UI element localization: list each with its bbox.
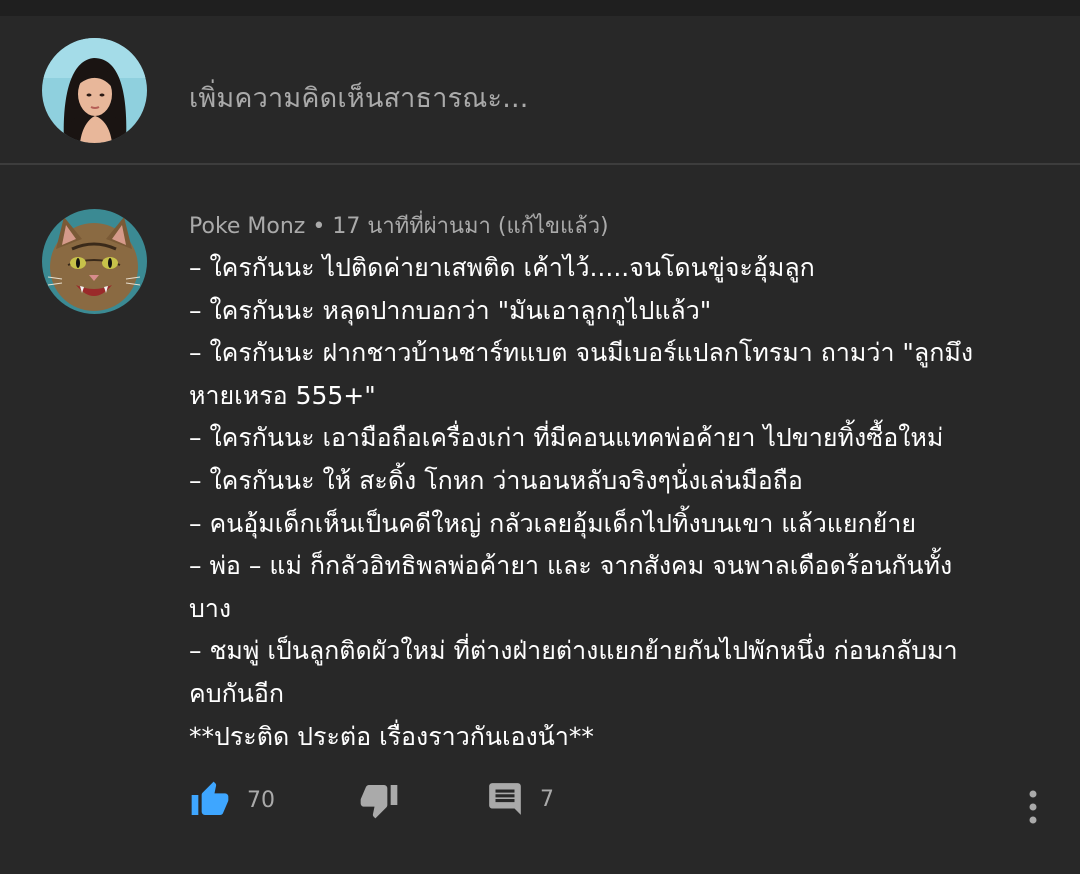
thumbs-up-icon (191, 781, 229, 815)
comment-line: คบกันอีก (189, 678, 284, 708)
user-avatar[interactable] (42, 38, 147, 143)
thumbs-down-icon (360, 785, 398, 819)
add-comment-section (0, 16, 1080, 164)
comment-line: – พ่อ – แม่ ก็กลัวอิทธิพลพ่อค้ายา และ จา… (189, 551, 953, 581)
comment-line: หายเหรอ 555+" (189, 380, 376, 410)
comment-line: – คนอุ้มเด็กเห็นเป็นคดีใหญ่ กลัวเลยอุ้มเ… (189, 508, 917, 538)
comment-author[interactable]: Poke Monz (189, 214, 305, 239)
divider (0, 163, 1080, 165)
reply-button[interactable]: 7 (486, 780, 554, 818)
comment-line: – ใครกันนะ ให้ สะดิ้ง โกหก ว่านอนหลับจริ… (189, 465, 803, 495)
comment-line: – ใครกันนะ หลุดปากบอกว่า "มันเอาลูกกูไปแ… (189, 295, 712, 325)
add-comment-input[interactable]: เพิ่มความคิดเห็นสาธารณะ... (189, 76, 529, 119)
dislike-button[interactable] (358, 780, 400, 820)
like-button[interactable]: 70 (189, 780, 275, 820)
comment-line: – ชมพู่ เป็นลูกติดผัวใหม่ ที่ต่างฝ่ายต่า… (189, 636, 958, 666)
reply-count: 7 (540, 786, 554, 812)
top-bar (0, 0, 1080, 16)
comment-meta: Poke Monz • 17 นาทีที่ผ่านมา (แก้ไขแล้ว) (189, 208, 609, 243)
meta-separator: • (312, 214, 326, 239)
comment-timestamp[interactable]: 17 นาทีที่ผ่านมา (แก้ไขแล้ว) (332, 214, 608, 239)
more-vertical-icon (1029, 790, 1037, 824)
more-options-button[interactable] (1018, 790, 1048, 826)
user-avatar-image (42, 38, 147, 143)
comment-line: – ใครกันนะ เอามือถือเครื่องเก่า ที่มีคอน… (189, 423, 944, 453)
comment-line: **ประติด ประต่อ เรื่องราวกันเองน้า** (189, 721, 594, 751)
like-count: 70 (247, 787, 275, 813)
comment-line: – ใครกันนะ ฝากชาวบ้านชาร์ทแบต จนมีเบอร์แ… (189, 338, 974, 368)
commenter-avatar-image (42, 209, 147, 314)
comment-body: – ใครกันนะ ไปติดค่ายาเสพติด เค้าไว้.....… (189, 247, 1034, 758)
comment-actions: 70 7 (0, 780, 1080, 840)
reply-comment-icon (489, 783, 521, 815)
commenter-avatar[interactable] (42, 209, 147, 314)
comment-line: บาง (189, 593, 232, 623)
comment-line: – ใครกันนะ ไปติดค่ายาเสพติด เค้าไว้.....… (189, 253, 815, 282)
